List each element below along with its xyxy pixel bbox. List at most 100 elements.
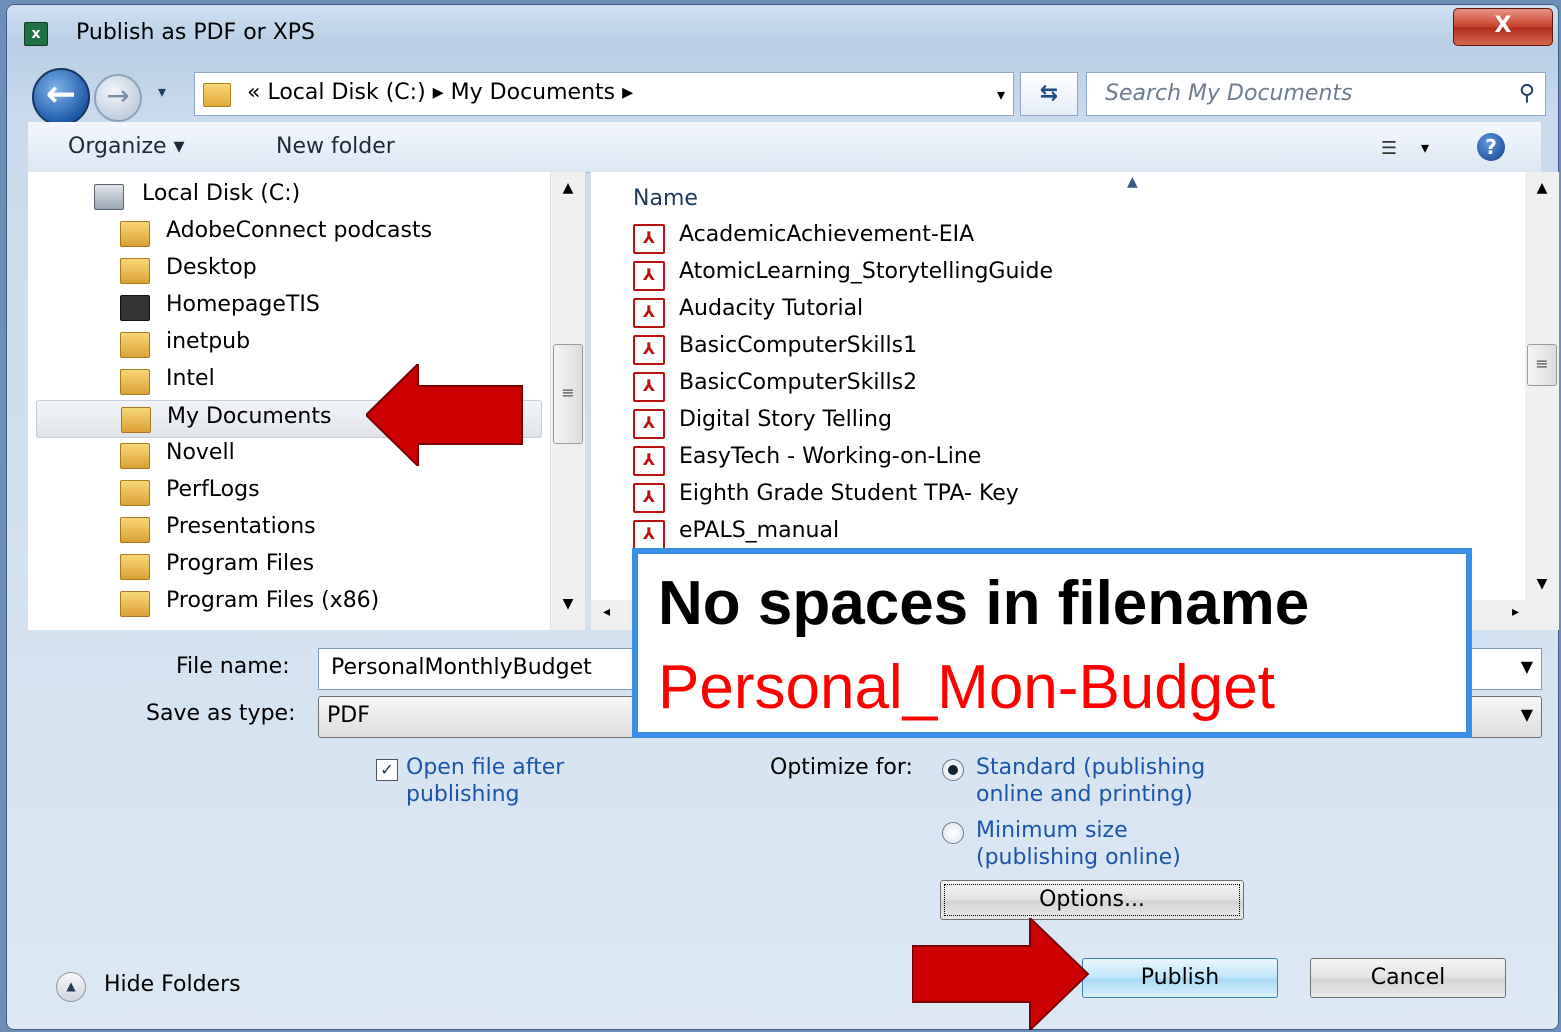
file-name: ePALS_manual: [679, 518, 840, 543]
options-button[interactable]: Options...: [940, 880, 1244, 920]
filename-tip-callout: No spaces in filename Personal_Mon-Budge…: [632, 548, 1472, 738]
scroll-left-icon[interactable]: ◂: [603, 604, 610, 620]
minimum-size-option-label[interactable]: Minimum size (publishing online): [976, 817, 1181, 871]
scroll-down-icon[interactable]: ▼: [551, 596, 585, 626]
organize-button[interactable]: Organize ▾: [68, 134, 185, 159]
pdf-file-icon: ⅄: [633, 409, 665, 439]
nav-item-desktop[interactable]: Desktop: [28, 252, 528, 288]
folder-icon: [120, 591, 150, 617]
chevron-up-icon: ▲: [56, 972, 86, 1002]
save-type-label: Save as type:: [146, 701, 296, 726]
nav-item-label: Novell: [166, 440, 235, 465]
nav-item-presentations[interactable]: Presentations: [28, 511, 528, 547]
chevron-down-icon[interactable]: ▾: [1421, 138, 1429, 157]
label-line: publishing: [406, 782, 520, 807]
folder-icon: [120, 258, 150, 284]
nav-item-label: My Documents: [167, 404, 332, 429]
folder-icon: [120, 554, 150, 580]
nav-item-label: AdobeConnect podcasts: [166, 218, 433, 243]
hide-folders-label: Hide Folders: [104, 972, 241, 997]
file-name: EasyTech - Working-on-Line: [679, 444, 982, 469]
standard-radio[interactable]: [942, 759, 964, 781]
label-line: Minimum size: [976, 818, 1128, 843]
scroll-thumb[interactable]: ≡: [1527, 344, 1557, 386]
folder-icon: [120, 221, 150, 247]
sort-ascending-icon: ▲: [1127, 174, 1138, 190]
right-arrow-annotation: [912, 918, 1090, 1030]
folder-icon: [120, 517, 150, 543]
file-name-label: File name:: [176, 654, 290, 679]
title-bar: x Publish as PDF or XPS X: [6, 4, 1559, 56]
nav-item-label: inetpub: [166, 329, 251, 354]
command-bar: Organize ▾ New folder ☰ ▾ ?: [28, 122, 1541, 173]
nav-item-local-disk[interactable]: Local Disk (C:): [28, 178, 528, 214]
nav-item-label: HomepageTIS: [166, 292, 320, 317]
nav-item-program-files[interactable]: Program Files: [28, 548, 528, 584]
scroll-up-icon[interactable]: ▲: [1525, 180, 1559, 196]
file-name: BasicComputerSkills2: [679, 370, 918, 395]
callout-example: Personal_Mon-Budget: [658, 653, 1275, 722]
close-button[interactable]: X: [1453, 8, 1553, 46]
nav-item-perflogs[interactable]: PerfLogs: [28, 474, 528, 510]
help-icon[interactable]: ?: [1477, 133, 1505, 161]
open-after-publishing-label[interactable]: Open file after publishing: [406, 754, 564, 808]
file-name: Digital Story Telling: [679, 407, 892, 432]
recent-pages-dropdown[interactable]: ▾: [158, 82, 174, 102]
left-arrow-annotation: [366, 364, 523, 466]
nav-item-label: PerfLogs: [166, 477, 260, 502]
folder-icon: [121, 407, 151, 433]
address-row: ← → ▾ « Local Disk (C:) ▸ My Documents ▸…: [6, 62, 1559, 126]
new-folder-button[interactable]: New folder: [276, 134, 395, 159]
file-name: AcademicAchievement-EIA: [679, 222, 975, 247]
label-line: (publishing online): [976, 845, 1181, 870]
chevron-down-icon[interactable]: ▼: [1521, 657, 1533, 676]
breadcrumb[interactable]: « Local Disk (C:) ▸ My Documents ▸: [247, 80, 633, 105]
nav-item-label: Program Files: [166, 551, 315, 576]
folder-icon: [203, 83, 231, 107]
nav-item-homepagetis[interactable]: HomepageTIS: [28, 289, 528, 325]
dialog-title: Publish as PDF or XPS: [76, 20, 316, 45]
minimum-size-radio[interactable]: [942, 822, 964, 844]
nav-item-program-files-x86[interactable]: Program Files (x86): [28, 585, 528, 621]
forward-button[interactable]: →: [94, 74, 142, 122]
open-after-publishing-checkbox[interactable]: ✓: [376, 759, 398, 781]
file-name: AtomicLearning_StorytellingGuide: [679, 259, 1054, 284]
nav-item-label: Desktop: [166, 255, 257, 280]
folder-icon: [120, 332, 150, 358]
file-name-value[interactable]: PersonalMonthlyBudget: [331, 655, 592, 680]
chevron-down-icon[interactable]: ▾: [997, 85, 1005, 104]
address-bar[interactable]: « Local Disk (C:) ▸ My Documents ▸ ▾: [194, 72, 1014, 116]
search-icon[interactable]: ⚲: [1519, 81, 1535, 106]
pdf-file-icon: ⅄: [633, 261, 665, 291]
nav-scrollbar[interactable]: ▲ ≡ ▼: [550, 172, 585, 630]
label-line: Standard (publishing: [976, 755, 1206, 780]
file-list-scrollbar[interactable]: ▲ ≡ ▼: [1525, 172, 1559, 630]
cancel-button[interactable]: Cancel: [1310, 958, 1506, 998]
standard-option-label[interactable]: Standard (publishing online and printing…: [976, 754, 1205, 808]
label-line: Open file after: [406, 755, 565, 780]
pdf-file-icon: ⅄: [633, 224, 665, 254]
scroll-up-icon[interactable]: ▲: [551, 180, 585, 210]
drive-icon: [94, 184, 124, 210]
column-header-name[interactable]: Name: [633, 186, 698, 211]
back-button[interactable]: ←: [32, 68, 90, 126]
pdf-file-icon: ⅄: [633, 446, 665, 476]
nav-item-label: Local Disk (C:): [142, 181, 301, 206]
refresh-button[interactable]: ⇆: [1020, 72, 1078, 116]
publish-button[interactable]: Publish: [1082, 958, 1278, 998]
pdf-file-icon: ⅄: [633, 520, 665, 550]
file-name: Eighth Grade Student TPA- Key: [679, 481, 1019, 506]
nav-item-inetpub[interactable]: inetpub: [28, 326, 528, 362]
nav-item-label: Intel: [166, 366, 215, 391]
pdf-file-icon: ⅄: [633, 372, 665, 402]
scroll-thumb[interactable]: ≡: [553, 344, 583, 444]
optimize-label: Optimize for:: [770, 755, 913, 780]
scroll-right-icon[interactable]: ▸: [1512, 604, 1519, 620]
nav-item-adobeconnect[interactable]: AdobeConnect podcasts: [28, 215, 528, 251]
publish-dialog: x Publish as PDF or XPS X ← → ▾ « Local …: [6, 4, 1559, 1030]
pdf-file-icon: ⅄: [633, 335, 665, 365]
search-input[interactable]: Search My Documents ⚲: [1086, 72, 1546, 116]
scroll-down-icon[interactable]: ▼: [1525, 576, 1559, 592]
view-options-icon[interactable]: ☰: [1381, 138, 1397, 159]
chevron-down-icon[interactable]: ▼: [1521, 705, 1533, 724]
